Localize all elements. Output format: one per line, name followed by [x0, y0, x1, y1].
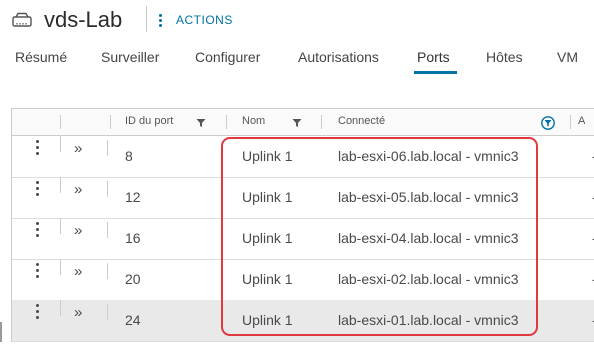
window-edge	[0, 322, 2, 342]
column-separator	[60, 259, 61, 275]
filter-icon[interactable]	[292, 118, 302, 128]
column-separator	[60, 300, 61, 316]
page-header: vds-Lab ACTIONS	[0, 0, 594, 40]
tab-autorisations[interactable]: Autorisations	[298, 49, 379, 65]
column-separator	[107, 263, 108, 279]
expand-row-icon[interactable]: »	[74, 305, 82, 320]
expand-row-icon[interactable]: »	[74, 141, 82, 156]
tab-bar: Résumé Surveiller Configurer Autorisatio…	[0, 40, 594, 74]
column-separator	[60, 177, 61, 193]
tab-ports[interactable]: Ports	[417, 49, 450, 65]
row-actions-icon[interactable]	[34, 263, 40, 279]
column-separator	[107, 304, 108, 320]
distributed-switch-icon	[12, 12, 32, 27]
cell-port-id: 12	[125, 189, 141, 205]
row-actions-icon[interactable]	[34, 304, 40, 320]
actions-label: ACTIONS	[176, 13, 233, 27]
column-header-connected[interactable]: Connecté	[338, 115, 385, 127]
column-separator	[321, 115, 322, 129]
column-separator	[60, 136, 61, 152]
datagrid-header: ID du port Nom Connecté A	[12, 109, 594, 136]
vertical-ellipsis-icon	[158, 13, 162, 27]
column-separator	[107, 181, 108, 197]
expand-row-icon[interactable]: »	[74, 264, 82, 279]
column-separator	[107, 222, 108, 238]
actions-menu-button[interactable]: ACTIONS	[158, 11, 233, 29]
tab-configurer[interactable]: Configurer	[195, 49, 260, 65]
column-header-next[interactable]: A	[578, 115, 585, 127]
page-title: vds-Lab	[44, 7, 123, 32]
column-separator	[226, 115, 227, 129]
column-separator	[570, 115, 571, 129]
row-actions-icon[interactable]	[34, 140, 40, 156]
tab-resume[interactable]: Résumé	[15, 49, 67, 65]
tab-surveiller[interactable]: Surveiller	[101, 49, 159, 65]
column-header-name[interactable]: Nom	[242, 115, 265, 127]
tab-vm[interactable]: VM	[557, 49, 578, 65]
cell-port-id: 16	[125, 230, 141, 246]
active-filter-icon[interactable]	[541, 116, 555, 130]
expand-row-icon[interactable]: »	[74, 223, 82, 238]
red-highlight-annotation	[221, 137, 538, 336]
column-separator	[60, 218, 61, 234]
column-separator	[110, 115, 111, 129]
cell-port-id: 20	[125, 271, 141, 287]
row-actions-icon[interactable]	[34, 222, 40, 238]
cell-port-id: 24	[125, 312, 141, 328]
filter-icon[interactable]	[196, 118, 206, 128]
column-separator	[60, 115, 61, 129]
cell-port-id: 8	[125, 148, 133, 164]
expand-row-icon[interactable]: »	[74, 182, 82, 197]
column-header-port-id[interactable]: ID du port	[125, 115, 173, 127]
active-tab-indicator	[414, 71, 457, 74]
row-actions-icon[interactable]	[34, 181, 40, 197]
tab-hotes[interactable]: Hôtes	[486, 49, 523, 65]
column-separator	[107, 140, 108, 156]
header-divider	[146, 6, 147, 32]
